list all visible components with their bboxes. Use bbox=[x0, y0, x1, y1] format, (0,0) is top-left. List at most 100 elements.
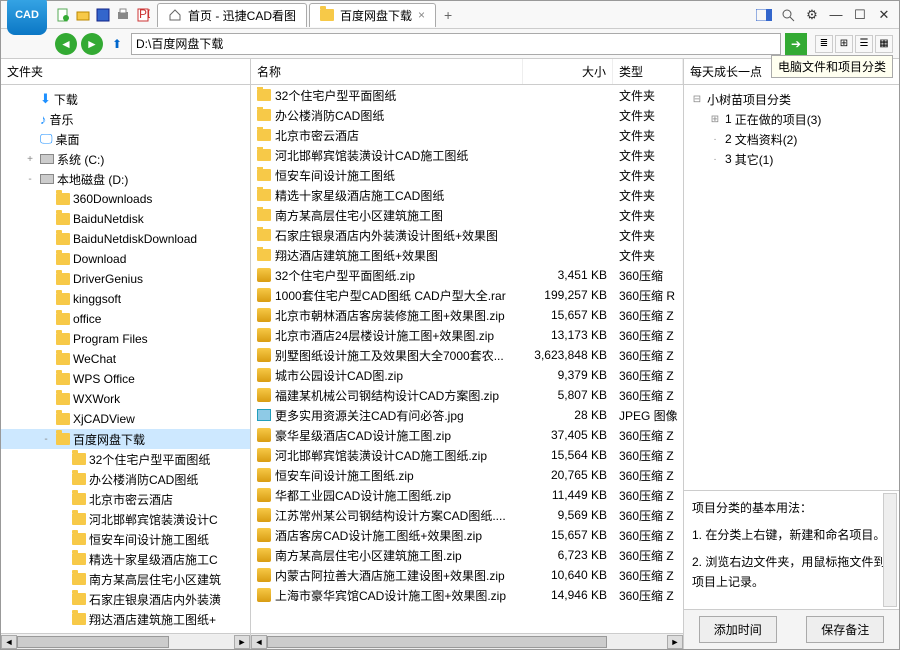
col-name[interactable]: 名称 bbox=[251, 59, 523, 84]
tree-item[interactable]: WXWork bbox=[1, 389, 250, 409]
file-row[interactable]: 办公楼消防CAD图纸文件夹 bbox=[251, 105, 683, 125]
nav-forward-button[interactable]: ► bbox=[81, 33, 103, 55]
go-button[interactable]: ➔ bbox=[785, 33, 807, 55]
file-row[interactable]: 河北邯郸宾馆装潢设计CAD施工图纸文件夹 bbox=[251, 145, 683, 165]
file-row[interactable]: 北京市酒店24层楼设计施工图+效果图.zip13,173 KB360压缩 Z bbox=[251, 325, 683, 345]
file-row[interactable]: 恒安车间设计施工图纸.zip20,765 KB360压缩 Z bbox=[251, 465, 683, 485]
file-row[interactable]: 翔达酒店建筑施工图纸+效果图文件夹 bbox=[251, 245, 683, 265]
view-grid-icon[interactable]: ⊞ bbox=[835, 35, 853, 53]
open-icon[interactable] bbox=[75, 7, 91, 23]
file-row[interactable]: 江苏常州某公司钢结构设计方案CAD图纸....9,569 KB360压缩 Z bbox=[251, 505, 683, 525]
tree-item[interactable]: office bbox=[1, 309, 250, 329]
tree-item[interactable]: kinggsoft bbox=[1, 289, 250, 309]
add-time-button[interactable]: 添加时间 bbox=[699, 616, 777, 643]
expander-icon[interactable]: · bbox=[708, 154, 722, 165]
file-row[interactable]: 北京市朝林酒店客房装修施工图+效果图.zip15,657 KB360压缩 Z bbox=[251, 305, 683, 325]
col-type[interactable]: 类型 bbox=[613, 59, 683, 84]
tree-item[interactable]: ♪音乐 bbox=[1, 109, 250, 129]
scroll-left-button[interactable]: ◄ bbox=[251, 635, 267, 649]
add-tab-button[interactable]: + bbox=[438, 5, 458, 25]
zoom-icon[interactable] bbox=[779, 7, 797, 23]
tree-item[interactable]: -本地磁盘 (D:) bbox=[1, 169, 250, 189]
tree-item[interactable]: -百度网盘下载 bbox=[1, 429, 250, 449]
tree-item[interactable]: 南方某高层住宅小区建筑 bbox=[1, 569, 250, 589]
tree-item[interactable]: 🖵桌面 bbox=[1, 129, 250, 149]
project-tree[interactable]: ⊟ 小树苗项目分类 ⊞1 正在做的项目(3)·2 文档资料(2)·3 其它(1) bbox=[684, 85, 899, 490]
folder-tree[interactable]: ⬇下载♪音乐🖵桌面+系统 (C:)-本地磁盘 (D:)360DownloadsB… bbox=[1, 85, 250, 633]
tree-item[interactable]: Program Files bbox=[1, 329, 250, 349]
file-row[interactable]: 豪华星级酒店CAD设计施工图.zip37,405 KB360压缩 Z bbox=[251, 425, 683, 445]
tree-item[interactable]: 河北邯郸宾馆装潢设计C bbox=[1, 509, 250, 529]
scrollbar-vertical[interactable] bbox=[883, 493, 897, 607]
expander-icon[interactable]: ⊟ bbox=[690, 94, 704, 105]
file-row[interactable]: 32个住宅户型平面图纸文件夹 bbox=[251, 85, 683, 105]
save-icon[interactable] bbox=[95, 7, 111, 23]
tree-item[interactable]: WPS Office bbox=[1, 369, 250, 389]
project-tree-item[interactable]: ·3 其它(1) bbox=[690, 149, 893, 169]
expander-icon[interactable]: - bbox=[39, 434, 53, 445]
file-row[interactable]: 南方某高层住宅小区建筑施工图.zip6,723 KB360压缩 Z bbox=[251, 545, 683, 565]
maximize-button[interactable]: ☐ bbox=[851, 7, 869, 23]
file-row[interactable]: 北京市密云酒店文件夹 bbox=[251, 125, 683, 145]
tree-item[interactable]: WeChat bbox=[1, 349, 250, 369]
file-row[interactable]: 别墅图纸设计施工及效果图大全7000套农...3,623,848 KB360压缩… bbox=[251, 345, 683, 365]
tab-folder[interactable]: 百度网盘下载 × bbox=[309, 3, 436, 27]
tab-home[interactable]: 首页 - 迅捷CAD看图 bbox=[157, 3, 307, 27]
nav-back-button[interactable]: ◄ bbox=[55, 33, 77, 55]
col-size[interactable]: 大小 bbox=[523, 59, 613, 84]
tree-item[interactable]: 北京市密云酒店 bbox=[1, 489, 250, 509]
file-row[interactable]: 福建某机械公司钢结构设计CAD方案图.zip5,807 KB360压缩 Z bbox=[251, 385, 683, 405]
scroll-right-button[interactable]: ► bbox=[234, 635, 250, 649]
settings-icon[interactable]: ⚙ bbox=[803, 7, 821, 23]
file-row[interactable]: 32个住宅户型平面图纸.zip3,451 KB360压缩 bbox=[251, 265, 683, 285]
save-note-button[interactable]: 保存备注 bbox=[806, 616, 884, 643]
expander-icon[interactable]: · bbox=[708, 134, 722, 145]
file-row[interactable]: 上海市豪华宾馆CAD设计施工图+效果图.zip14,946 KB360压缩 Z bbox=[251, 585, 683, 605]
expander-icon[interactable]: ⊞ bbox=[708, 114, 722, 125]
tree-item[interactable]: BaiduNetdiskDownload bbox=[1, 229, 250, 249]
close-button[interactable]: ✕ bbox=[875, 7, 893, 23]
scrollbar-horizontal[interactable]: ◄ ► bbox=[251, 633, 683, 649]
layout-toggle-icon[interactable] bbox=[755, 7, 773, 23]
project-tree-root[interactable]: ⊟ 小树苗项目分类 bbox=[690, 89, 893, 109]
file-row[interactable]: 石家庄银泉酒店内外装潢设计图纸+效果图文件夹 bbox=[251, 225, 683, 245]
expander-icon[interactable]: + bbox=[23, 154, 37, 165]
address-bar[interactable] bbox=[131, 33, 781, 55]
pdf-icon[interactable]: PDF bbox=[135, 7, 151, 23]
file-row[interactable]: 恒安车间设计施工图纸文件夹 bbox=[251, 165, 683, 185]
view-list-icon[interactable]: ≣ bbox=[815, 35, 833, 53]
file-row[interactable]: 精选十家星级酒店施工CAD图纸文件夹 bbox=[251, 185, 683, 205]
tree-item[interactable]: 石家庄银泉酒店内外装潢 bbox=[1, 589, 250, 609]
print-icon[interactable] bbox=[115, 7, 131, 23]
file-row[interactable]: 酒店客房CAD设计施工图纸+效果图.zip15,657 KB360压缩 Z bbox=[251, 525, 683, 545]
tree-item[interactable]: Download bbox=[1, 249, 250, 269]
tree-item[interactable]: 办公楼消防CAD图纸 bbox=[1, 469, 250, 489]
scrollbar-horizontal[interactable]: ◄ ► bbox=[1, 633, 250, 649]
tree-item[interactable]: BaiduNetdisk bbox=[1, 209, 250, 229]
scroll-left-button[interactable]: ◄ bbox=[1, 635, 17, 649]
file-row[interactable]: 南方某高层住宅小区建筑施工图文件夹 bbox=[251, 205, 683, 225]
tree-item[interactable]: 360Downloads bbox=[1, 189, 250, 209]
project-tree-item[interactable]: ·2 文档资料(2) bbox=[690, 129, 893, 149]
scroll-right-button[interactable]: ► bbox=[667, 635, 683, 649]
tree-item[interactable]: XjCADView bbox=[1, 409, 250, 429]
address-input[interactable] bbox=[136, 37, 776, 51]
file-row[interactable]: 河北邯郸宾馆装潢设计CAD施工图纸.zip15,564 KB360压缩 Z bbox=[251, 445, 683, 465]
file-row[interactable]: 华都工业园CAD设计施工图纸.zip11,449 KB360压缩 Z bbox=[251, 485, 683, 505]
file-row[interactable]: 内蒙古阿拉善大酒店施工建设图+效果图.zip10,640 KB360压缩 Z bbox=[251, 565, 683, 585]
new-icon[interactable] bbox=[55, 7, 71, 23]
tree-item[interactable]: +系统 (C:) bbox=[1, 149, 250, 169]
scroll-track[interactable] bbox=[17, 635, 234, 649]
nav-up-button[interactable]: ⬆ bbox=[107, 35, 127, 53]
close-icon[interactable]: × bbox=[418, 8, 425, 22]
scroll-track[interactable] bbox=[267, 635, 667, 649]
view-thumb-icon[interactable]: ▦ bbox=[875, 35, 893, 53]
tree-item[interactable]: 精选十家星级酒店施工C bbox=[1, 549, 250, 569]
file-row[interactable]: 更多实用资源关注CAD有问必答.jpg28 KBJPEG 图像 bbox=[251, 405, 683, 425]
tree-item[interactable]: 翔达酒店建筑施工图纸+ bbox=[1, 609, 250, 629]
minimize-button[interactable]: — bbox=[827, 7, 845, 23]
view-detail-icon[interactable]: ☰ bbox=[855, 35, 873, 53]
tree-item[interactable]: 32个住宅户型平面图纸 bbox=[1, 449, 250, 469]
tree-item[interactable]: DriverGenius bbox=[1, 269, 250, 289]
tree-item[interactable]: ⬇下载 bbox=[1, 89, 250, 109]
